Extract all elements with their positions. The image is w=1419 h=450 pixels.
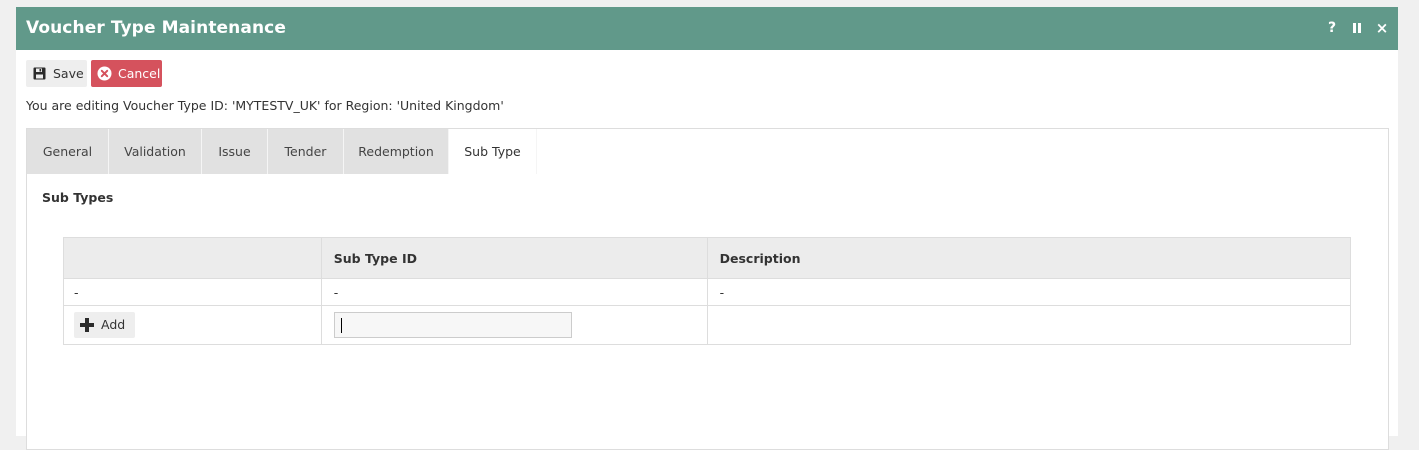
add-row: Add <box>63 305 1352 345</box>
save-label: Save <box>53 66 84 81</box>
tab-tender[interactable]: Tender <box>268 129 344 174</box>
tab-sub-type[interactable]: Sub Type <box>449 129 537 174</box>
help-icon[interactable]: ? <box>1324 19 1340 37</box>
column-header-subtype-id[interactable]: Sub Type ID <box>320 237 708 279</box>
table-cell: - <box>320 278 708 306</box>
subtype-id-cell <box>320 305 708 345</box>
add-cell: Add <box>63 305 322 345</box>
tab-general[interactable]: General <box>27 129 109 174</box>
tab-validation[interactable]: Validation <box>109 129 202 174</box>
tab-issue[interactable]: Issue <box>202 129 268 174</box>
description-cell <box>706 305 1352 345</box>
add-label: Add <box>101 317 126 332</box>
cancel-button[interactable]: Cancel <box>91 60 162 87</box>
cancel-circle-icon <box>97 66 112 81</box>
column-header-actions <box>63 237 322 279</box>
voucher-type-window: Voucher Type Maintenance ? × Save Cancel… <box>16 7 1398 450</box>
text-caret <box>340 318 342 333</box>
add-button[interactable]: Add <box>74 312 135 338</box>
table-cell: - <box>706 278 1352 306</box>
tab-bar: General Validation Issue Tender Redempti… <box>27 129 1388 174</box>
table-row: - - - <box>63 278 1352 306</box>
title-bar: Voucher Type Maintenance ? × <box>16 7 1398 50</box>
column-header-description[interactable]: Description <box>706 237 1352 279</box>
edit-info-text: You are editing Voucher Type ID: 'MYTEST… <box>26 98 504 113</box>
tab-panel: General Validation Issue Tender Redempti… <box>26 128 1389 450</box>
window-title: Voucher Type Maintenance <box>26 18 286 38</box>
section-title: Sub Types <box>42 190 114 205</box>
close-icon[interactable]: × <box>1374 19 1390 37</box>
table-header-row: Sub Type ID Description <box>63 237 1352 279</box>
subtypes-table: Sub Type ID Description - - - Add <box>63 237 1352 345</box>
plus-icon <box>80 318 94 332</box>
floppy-disk-icon <box>33 67 46 80</box>
tab-redemption[interactable]: Redemption <box>344 129 449 174</box>
subtype-id-input[interactable] <box>333 312 572 338</box>
cancel-label: Cancel <box>118 66 161 81</box>
save-button[interactable]: Save <box>26 60 87 87</box>
table-cell: - <box>63 278 322 306</box>
pause-icon[interactable] <box>1349 19 1365 37</box>
